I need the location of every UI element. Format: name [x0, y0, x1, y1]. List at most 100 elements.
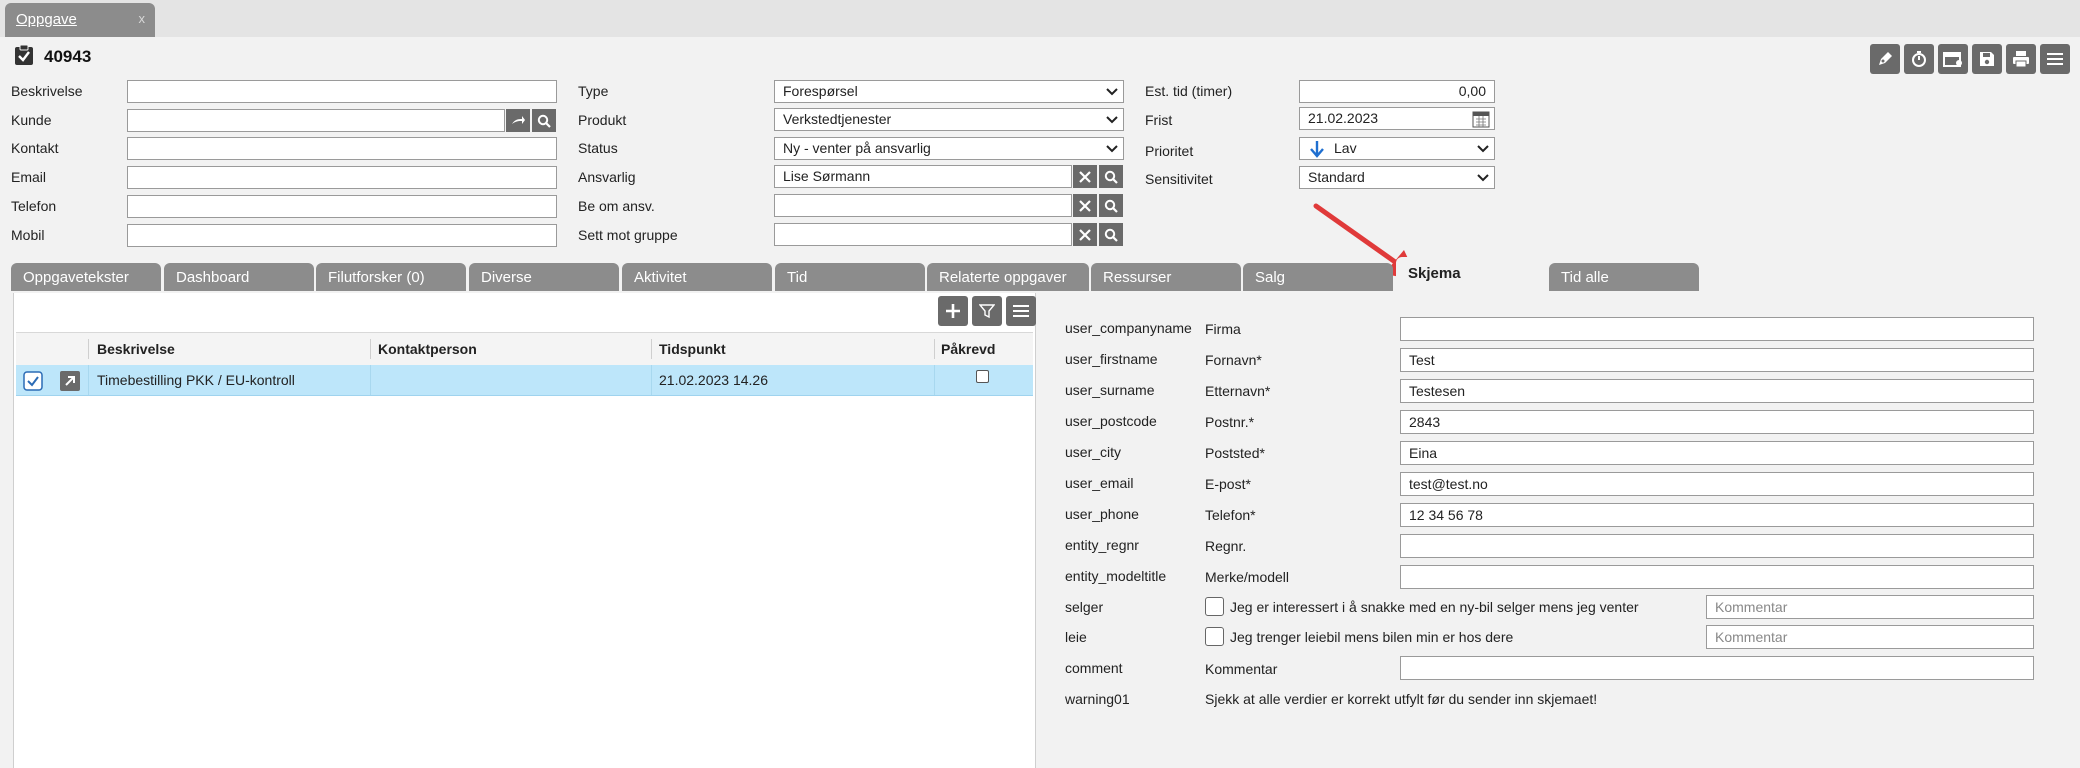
schema-etternavn-field[interactable]: Testesen — [1400, 379, 2034, 403]
type-select[interactable]: Forespørsel — [774, 80, 1124, 103]
schema-poststed-field[interactable]: Eina — [1400, 441, 2034, 465]
edit-button[interactable] — [1870, 44, 1900, 74]
tab-tid-alle[interactable]: Tid alle — [1549, 263, 1699, 291]
be-om-ansv-search-button[interactable] — [1099, 194, 1123, 217]
kunde-search-button[interactable] — [532, 109, 556, 132]
tab-skjema[interactable]: Skjema — [1396, 257, 1546, 291]
schema-regnr-field[interactable] — [1400, 534, 2034, 558]
telefon-input[interactable] — [127, 195, 557, 218]
schema-telefon-field[interactable]: 12 34 56 78 — [1400, 503, 2034, 527]
schema-fornavn-field[interactable]: Test — [1400, 348, 2034, 372]
schema-postnr-field[interactable]: 2843 — [1400, 410, 2034, 434]
tab-aktivitet[interactable]: Aktivitet — [622, 263, 772, 291]
grid-header: Beskrivelse Kontaktperson Tidspunkt Påkr… — [16, 332, 1033, 366]
column-separator — [651, 365, 652, 395]
row-checkbox[interactable] — [23, 371, 43, 391]
column-header-beskrivelse[interactable]: Beskrivelse — [97, 341, 175, 357]
menu-button[interactable] — [2040, 44, 2070, 74]
filter-button[interactable] — [972, 296, 1002, 326]
est-tid-label: Est. tid (timer) — [1145, 83, 1233, 99]
status-select[interactable]: Ny - venter på ansvarlig — [774, 137, 1124, 160]
beskrivelse-input[interactable] — [127, 80, 557, 103]
sett-mot-gruppe-clear-button[interactable] — [1073, 223, 1097, 246]
kontakt-input[interactable] — [127, 137, 557, 160]
grid-menu-button[interactable] — [1006, 296, 1036, 326]
column-separator — [934, 365, 935, 395]
schema-key: user_surname — [1065, 382, 1155, 398]
table-row[interactable]: Timebestilling PKK / EU-kontroll 21.02.2… — [16, 365, 1033, 396]
telefon-label: Telefon — [11, 198, 57, 214]
tab-filutforsker[interactable]: Filutforsker (0) — [316, 263, 466, 291]
sensitivitet-label: Sensitivitet — [1145, 171, 1213, 187]
document-tab[interactable]: Oppgave x — [5, 3, 155, 37]
email-input[interactable] — [127, 166, 557, 189]
selger-comment-input[interactable]: Kommentar — [1706, 595, 2034, 619]
schema-merke-modell-field[interactable] — [1400, 565, 2034, 589]
leie-checkbox[interactable] — [1205, 627, 1224, 646]
menu-icon — [1013, 305, 1029, 317]
print-button[interactable] — [2006, 44, 2036, 74]
schema-label: Regnr. — [1205, 538, 1247, 554]
column-header-pakrevd[interactable]: Påkrevd — [941, 341, 995, 357]
chevron-down-icon — [1106, 116, 1118, 124]
chevron-down-icon — [1477, 145, 1489, 153]
tab-oppgavetekster[interactable]: Oppgavetekster — [11, 263, 161, 291]
cell-tidspunkt: 21.02.2023 14.26 — [659, 372, 768, 388]
selger-checkbox[interactable] — [1205, 597, 1224, 616]
frist-input[interactable]: 21.02.2023 — [1299, 107, 1495, 130]
sensitivitet-select[interactable]: Standard — [1299, 166, 1495, 189]
document-tab-label[interactable]: Oppgave — [16, 11, 77, 28]
tab-tid[interactable]: Tid — [775, 263, 925, 291]
tab-ressurser[interactable]: Ressurser — [1091, 263, 1241, 291]
produkt-value: Verkstedtjenester — [783, 111, 892, 127]
clipboard-check-icon — [15, 44, 33, 65]
kunde-input[interactable] — [127, 109, 505, 132]
timer-button[interactable] — [1904, 44, 1934, 74]
sett-mot-gruppe-search-button[interactable] — [1099, 223, 1123, 246]
schema-firma-field[interactable] — [1400, 317, 2034, 341]
sett-mot-gruppe-input[interactable] — [774, 223, 1072, 246]
mobil-input[interactable] — [127, 224, 557, 247]
add-button[interactable] — [938, 296, 968, 326]
tab-salg[interactable]: Salg — [1243, 263, 1393, 291]
sensitivitet-value: Standard — [1308, 169, 1365, 185]
schema-key: user_phone — [1065, 506, 1139, 522]
document-tab-close[interactable]: x — [139, 11, 146, 26]
search-icon — [1104, 170, 1118, 184]
est-tid-input[interactable]: 0,00 — [1299, 80, 1495, 103]
prioritet-select[interactable]: Lav — [1299, 137, 1495, 160]
search-icon — [1104, 199, 1118, 213]
save-button[interactable] — [1972, 44, 2002, 74]
be-om-ansv-clear-button[interactable] — [1073, 194, 1097, 217]
schema-key: entity_regnr — [1065, 537, 1139, 553]
tab-label: Diverse — [481, 269, 532, 286]
produkt-select[interactable]: Verkstedtjenester — [774, 108, 1124, 131]
menu-icon — [2047, 53, 2063, 65]
tab-diverse[interactable]: Diverse — [469, 263, 619, 291]
chevron-down-icon — [1106, 88, 1118, 96]
ansvarlig-input[interactable]: Lise Sørmann — [774, 165, 1072, 188]
beskrivelse-label: Beskrivelse — [11, 83, 83, 99]
cell-beskrivelse: Timebestilling PKK / EU-kontroll — [97, 372, 295, 388]
schema-key: user_companyname — [1065, 320, 1192, 336]
calendar-icon[interactable] — [1472, 110, 1490, 128]
tab-label: Tid alle — [1561, 269, 1609, 286]
column-separator — [88, 365, 89, 395]
schema-epost-field[interactable]: test@test.no — [1400, 472, 2034, 496]
pakrevd-checkbox[interactable] — [976, 370, 989, 383]
tab-relaterte-oppgaver[interactable]: Relaterte oppgaver — [927, 263, 1089, 291]
calendar-button[interactable] — [1938, 44, 1968, 74]
open-external-icon[interactable] — [60, 371, 80, 391]
kunde-goto-button[interactable] — [506, 109, 530, 132]
calendar-icon — [1943, 52, 1962, 67]
ansvarlig-clear-button[interactable] — [1073, 165, 1097, 188]
schema-key: entity_modeltitle — [1065, 568, 1167, 584]
leie-comment-input[interactable]: Kommentar — [1706, 625, 2034, 649]
schema-kommentar-field[interactable] — [1400, 656, 2034, 680]
tab-dashboard[interactable]: Dashboard — [164, 263, 314, 291]
ansvarlig-search-button[interactable] — [1099, 165, 1123, 188]
column-header-kontaktperson[interactable]: Kontaktperson — [378, 341, 477, 357]
column-header-tidspunkt[interactable]: Tidspunkt — [659, 341, 726, 357]
record-id: 40943 — [44, 47, 92, 66]
be-om-ansv-input[interactable] — [774, 194, 1072, 217]
